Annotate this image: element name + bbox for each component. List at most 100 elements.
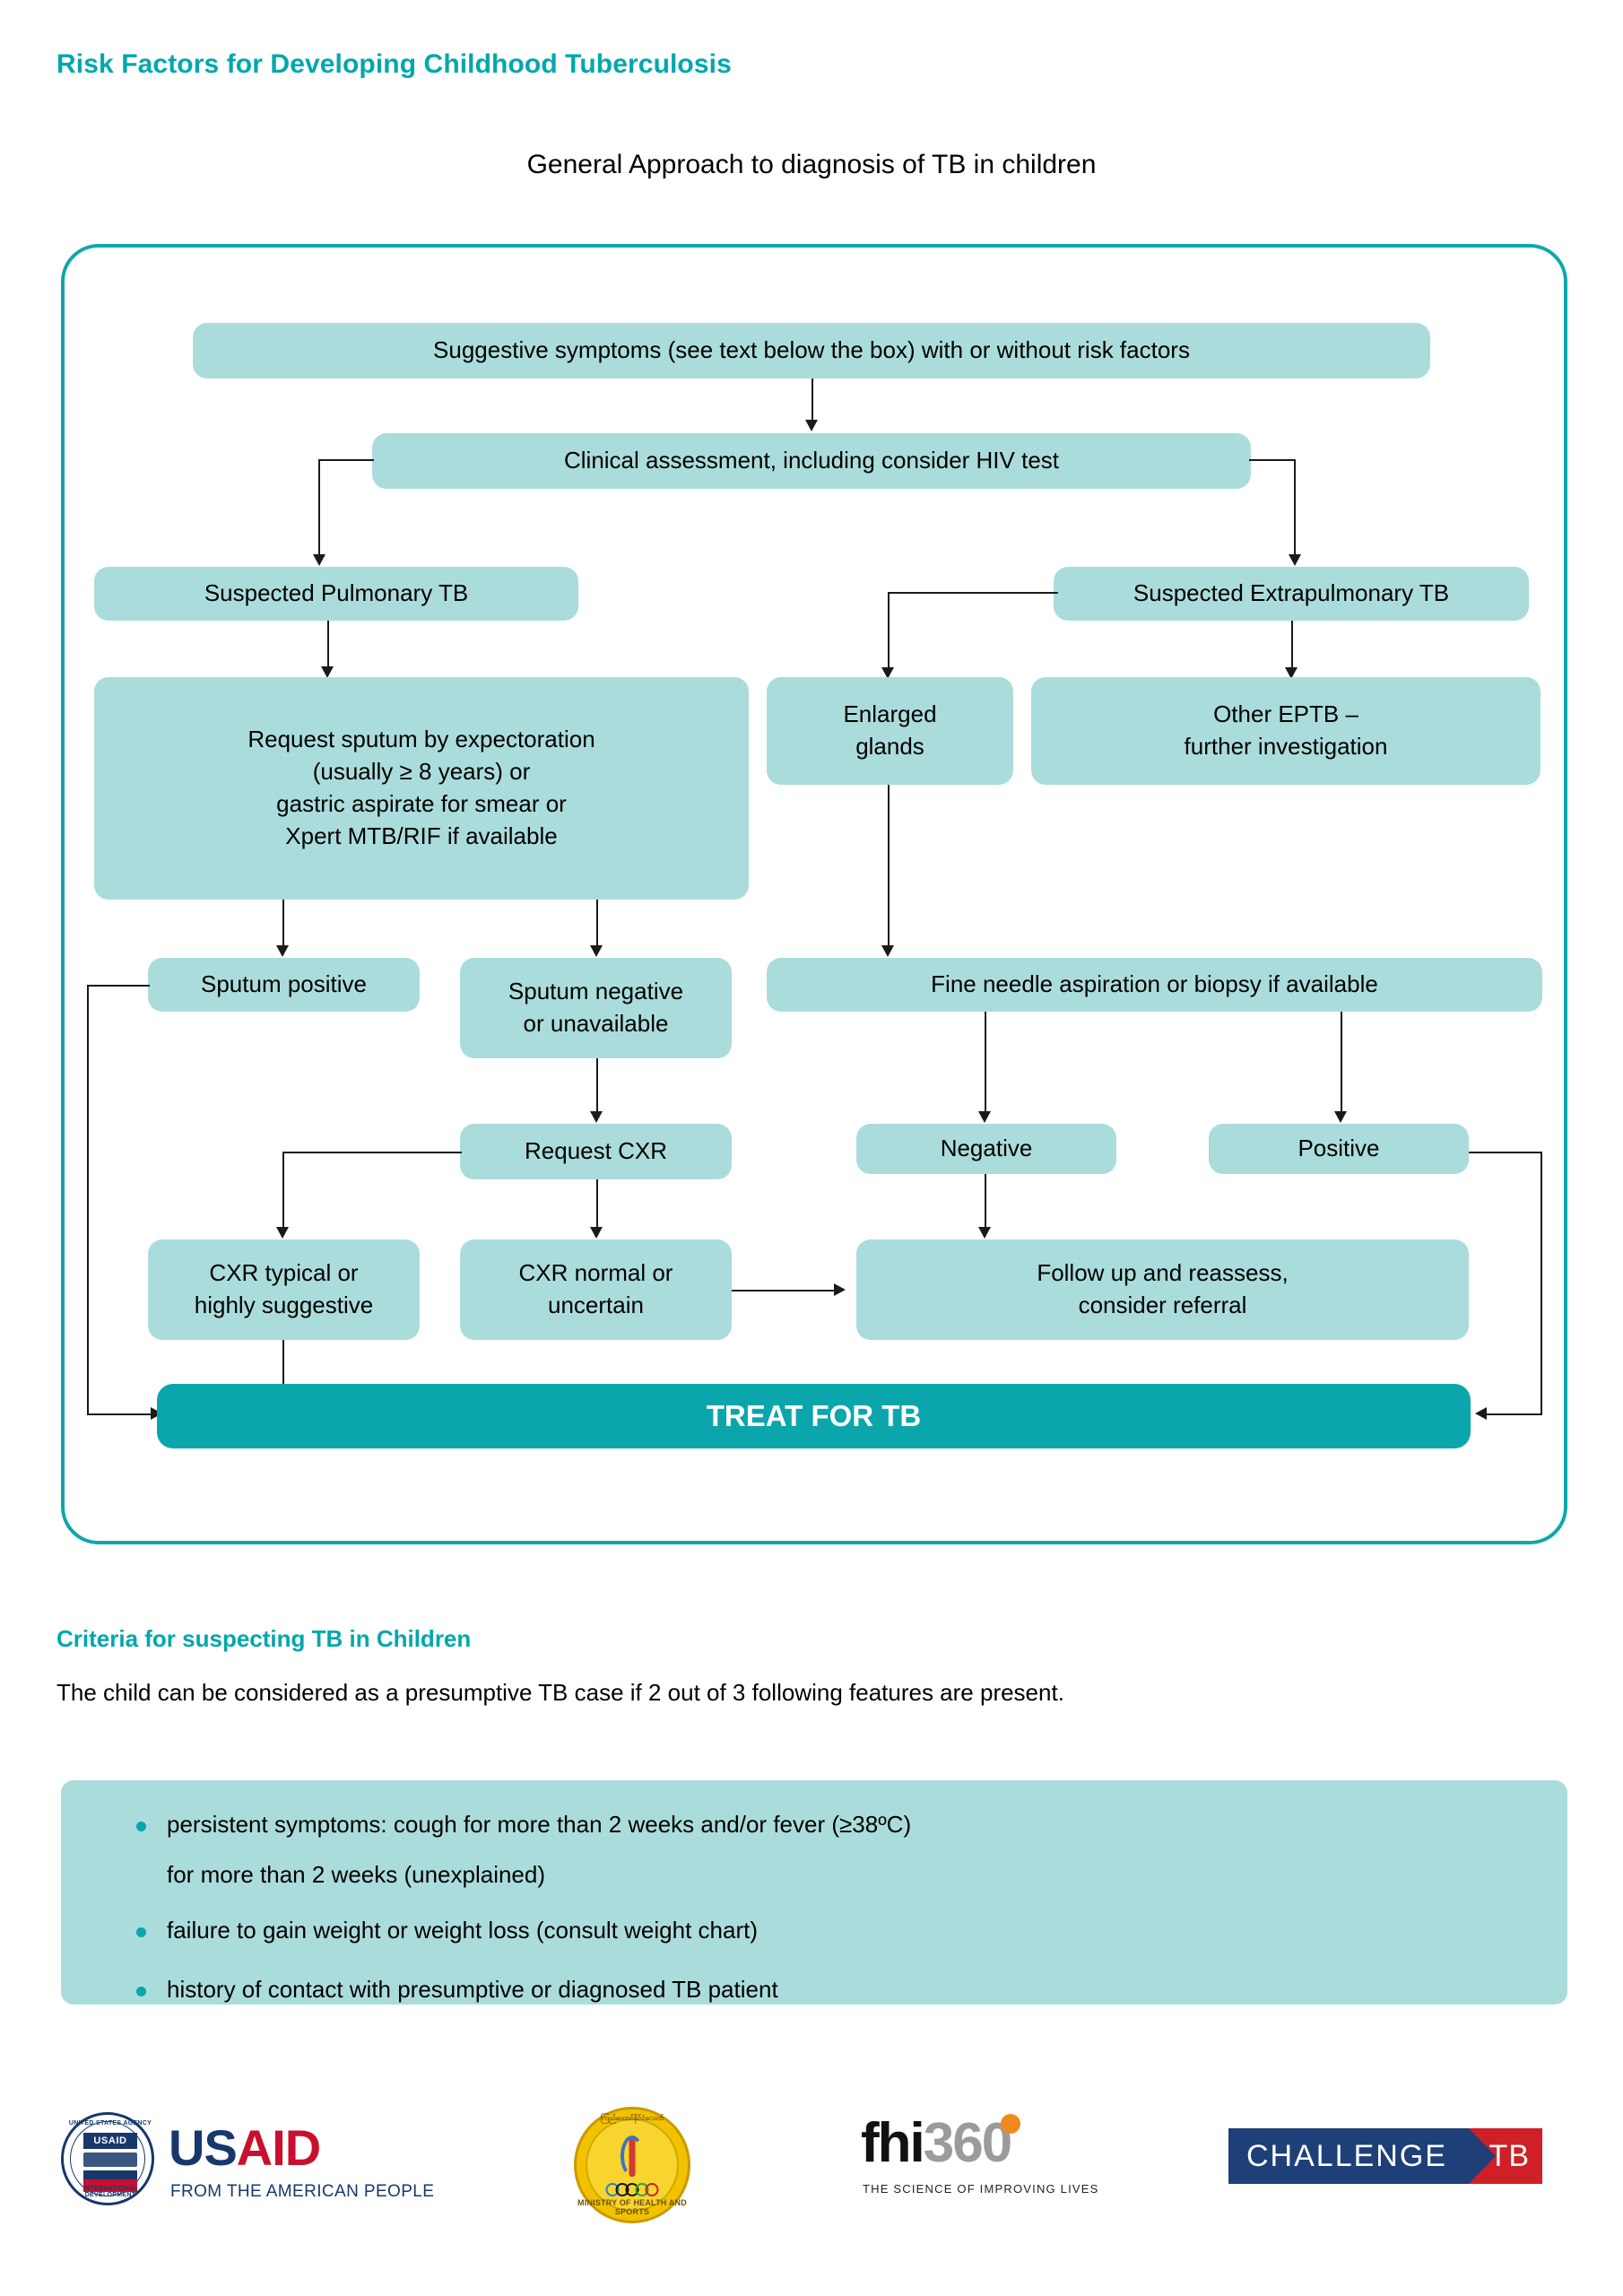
bullet-icon	[136, 1822, 146, 1831]
sputum-negative-line-1: Sputum negative	[508, 978, 684, 1005]
usaid-wordmark: USAID	[169, 2123, 321, 2173]
list-item: failure to gain weight or weight loss (c…	[61, 1918, 911, 1942]
node-cxr-typical: CXR typical or highly suggestive	[148, 1239, 420, 1340]
fhi-word-360: 360	[923, 2112, 1012, 2174]
node-other-eptb: Other EPTB – further investigation	[1031, 677, 1541, 785]
request-sputum-line-4: Xpert MTB/RIF if available	[285, 822, 558, 849]
fhi360-logo: fhi360 THE SCIENCE OF IMPROVING LIVES	[861, 2114, 1103, 2214]
connector-negative-to-cxr	[596, 1058, 598, 1115]
usaid-seal-bottom-text: INTERNATIONAL DEVELOPMENT	[82, 2186, 138, 2198]
connector-symptoms-to-assessment	[812, 378, 813, 423]
connector-assessment-left-v	[318, 459, 320, 558]
fhi-orange-dot-icon	[1001, 2114, 1020, 2134]
connector-sputum-positive-to-treat	[87, 1413, 154, 1415]
node-request-sputum: Request sputum by expectoration (usually…	[94, 677, 749, 900]
follow-up-line-2: consider referral	[1078, 1292, 1247, 1318]
arrow-symptoms-to-assessment	[805, 420, 818, 431]
arrow-positive-to-treat	[1475, 1407, 1487, 1420]
usaid-word-us: US	[169, 2119, 238, 2176]
connector-positive-to-treat	[1484, 1413, 1542, 1415]
fhi360-tagline: THE SCIENCE OF IMPROVING LIVES	[863, 2182, 1099, 2196]
arrow-cxr-to-typical	[276, 1227, 289, 1239]
connector-negative-to-followup	[985, 1174, 986, 1231]
connector-cxrnormal-to-followup	[732, 1290, 838, 1292]
connector-positive-out-h	[1469, 1152, 1542, 1153]
arrow-cxrnormal-to-followup	[834, 1283, 846, 1296]
cxr-normal-line-2: uncertain	[548, 1292, 644, 1318]
connector-positive-out-v	[1541, 1152, 1542, 1413]
handshake-icon	[83, 2152, 137, 2167]
connector-cxr-to-normal	[596, 1179, 598, 1231]
node-treat-for-tb: TREAT FOR TB	[157, 1384, 1471, 1448]
node-sputum-positive: Sputum positive	[148, 958, 420, 1012]
connector-eptb-right-v	[1291, 621, 1293, 671]
usaid-seal-plate: USAID	[83, 2133, 137, 2149]
usaid-seal-top-text: UNITED STATES AGENCY	[68, 2120, 152, 2126]
other-eptb-line-1: Other EPTB –	[1213, 700, 1358, 728]
node-suspected-extrapulmonary-tb: Suspected Extrapulmonary TB	[1054, 567, 1529, 621]
mohs-burmese-text: ကြည်ထောင်နိုင်ငံေတာ်	[600, 2114, 664, 2122]
arrow-sputum-positive	[276, 945, 289, 957]
arrow-negative-to-followup	[978, 1227, 991, 1239]
connector-glands-to-fna	[888, 785, 890, 949]
fhi-word-fh: fh	[861, 2112, 912, 2174]
bullet-icon	[136, 1987, 146, 1996]
criteria-list: persistent symptoms: cough for more than…	[61, 1780, 911, 2001]
node-follow-up-reassess: Follow up and reassess, consider referra…	[856, 1239, 1469, 1340]
page-title: Risk Factors for Developing Childhood Tu…	[56, 49, 732, 79]
node-fna-positive: Positive	[1209, 1124, 1469, 1174]
connector-eptb-left-v	[888, 592, 890, 671]
cxr-typical-line-2: highly suggestive	[194, 1292, 374, 1318]
other-eptb-line-2: further investigation	[1184, 733, 1388, 760]
enlarged-glands-line-1: Enlarged	[843, 700, 937, 728]
request-sputum-line-2: (usually ≥ 8 years) or	[312, 758, 531, 786]
connector-assessment-left-h	[318, 459, 374, 461]
fhi360-wordmark: fhi360	[861, 2116, 1012, 2171]
connector-assessment-right-v	[1294, 459, 1296, 558]
olympic-rings-icon	[605, 2183, 659, 2196]
list-item: history of contact with presumptive or d…	[61, 1978, 911, 2001]
node-request-cxr: Request CXR	[460, 1124, 732, 1179]
node-fine-needle-aspiration: Fine needle aspiration or biopsy if avai…	[767, 958, 1542, 1012]
criteria-box: persistent symptoms: cough for more than…	[61, 1780, 1567, 2005]
connector-fna-to-negative	[985, 1012, 986, 1115]
usaid-word-aid: AID	[236, 2119, 321, 2176]
arrow-glands-to-fna	[881, 945, 894, 957]
node-suggestive-symptoms: Suggestive symptoms (see text below the …	[193, 323, 1430, 378]
arrow-to-pulmonary	[313, 554, 325, 566]
node-cxr-normal: CXR normal or uncertain	[460, 1239, 732, 1340]
request-sputum-line-1: Request sputum by expectoration	[247, 726, 595, 753]
arrow-negative-to-cxr	[590, 1111, 603, 1123]
connector-fna-to-positive	[1341, 1012, 1342, 1115]
usaid-tagline: FROM THE AMERICAN PEOPLE	[170, 2182, 435, 2201]
arrow-sputum-negative	[590, 945, 603, 957]
request-sputum-line-3: gastric aspirate for smear or	[276, 790, 567, 817]
poster-page: Risk Factors for Developing Childhood Tu…	[0, 0, 1623, 2296]
criteria-item-3-line-1: history of contact with presumptive or d…	[167, 1976, 778, 2003]
connector-cxr-left-h	[282, 1152, 462, 1153]
logo-row: UNITED STATES AGENCY USAID INTERNATIONAL…	[0, 2103, 1623, 2247]
node-clinical-assessment: Clinical assessment, including consider …	[372, 433, 1251, 489]
enlarged-glands-line-2: glands	[855, 733, 924, 760]
list-item: persistent symptoms: cough for more than…	[61, 1813, 911, 1886]
arrow-fna-to-positive	[1334, 1111, 1347, 1123]
connector-pulmonary-to-sputum	[327, 621, 329, 670]
snake-icon	[621, 2135, 644, 2177]
connector-cxr-left-v	[282, 1152, 284, 1231]
challenge-tb-logo: CHALLENGE TB	[1228, 2128, 1542, 2184]
mohs-bottom-text: MINISTRY OF HEALTH AND SPORTS	[577, 2198, 687, 2216]
sputum-negative-line-2: or unavailable	[523, 1010, 669, 1037]
page-subtitle: General Approach to diagnosis of TB in c…	[526, 150, 1097, 179]
ministry-of-health-logo: ကြည်ထောင်နိုင်ငံေတာ် MINISTRY OF HEALTH …	[574, 2107, 690, 2223]
connector-sputum-positive-out-h	[87, 985, 150, 987]
usaid-seal-icon: UNITED STATES AGENCY USAID INTERNATIONAL…	[61, 2112, 154, 2205]
criteria-lead: The child can be considered as a presump…	[56, 1679, 1064, 1706]
connector-assessment-right-h	[1249, 459, 1296, 461]
node-enlarged-glands: Enlarged glands	[767, 677, 1013, 785]
connector-sputum-to-positive	[282, 900, 284, 949]
cxr-normal-line-1: CXR normal or	[518, 1259, 673, 1287]
node-sputum-negative: Sputum negative or unavailable	[460, 958, 732, 1058]
criteria-item-1-line-2: for more than 2 weeks (unexplained)	[167, 1861, 546, 1888]
connector-eptb-h	[888, 592, 1058, 594]
arrow-to-extrapulmonary	[1289, 554, 1301, 566]
